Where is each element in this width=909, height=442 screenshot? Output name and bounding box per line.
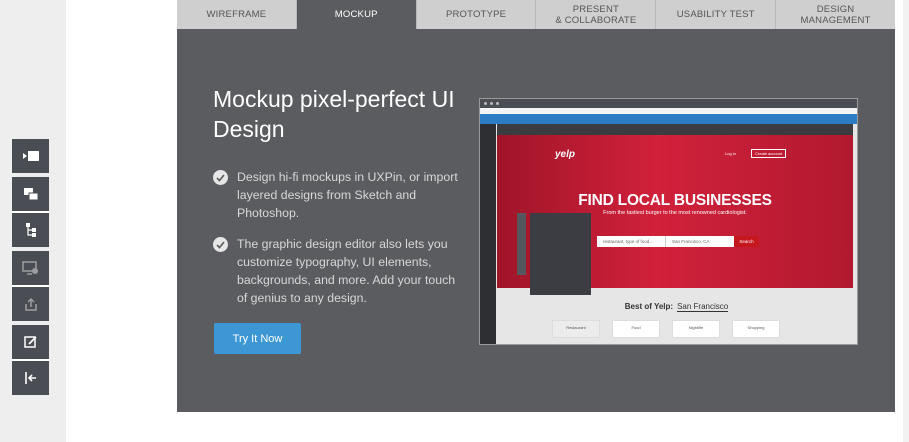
panel-headline: Mockup pixel-perfect UI Design xyxy=(213,86,455,142)
feature-text: The graphic design editor also lets you … xyxy=(237,237,456,305)
exit-button[interactable] xyxy=(12,361,49,395)
location-input: San Francisco, CA xyxy=(665,236,734,247)
hero-title: FIND LOCAL BUSINESSES xyxy=(578,192,772,209)
structure-button[interactable] xyxy=(12,213,49,247)
search-bar: restaurant, type of food... San Francisc… xyxy=(597,236,759,247)
login-link: Log in xyxy=(725,151,736,156)
category-card: Food xyxy=(612,320,660,338)
editor-toolbar-group-2 xyxy=(12,251,49,321)
feature-item: Design hi-fi mockups in UXPin, or import… xyxy=(213,168,463,222)
editor-sidebar xyxy=(480,124,496,344)
layers-icon xyxy=(23,188,38,201)
tab-usability-test[interactable]: USABILITY TEST xyxy=(656,0,777,29)
signup-button: Create account xyxy=(751,149,787,158)
editor-topbar xyxy=(480,114,857,124)
page-scroll-edge xyxy=(903,0,909,442)
tab-wireframe[interactable]: WIREFRAME xyxy=(177,0,297,29)
tab-present-collaborate[interactable]: PRESENT & COLLABORATE xyxy=(536,0,657,29)
category-card: Restaurant xyxy=(552,320,600,338)
editor-canvas: yelp Log in Create account FIND LOCAL BU… xyxy=(496,124,857,344)
browser-chrome xyxy=(480,99,857,108)
preview-icon xyxy=(22,261,38,275)
share-button[interactable] xyxy=(12,287,49,321)
edit-button[interactable] xyxy=(12,325,49,359)
mockup-panel: Mockup pixel-perfect UI Design Design hi… xyxy=(177,29,895,412)
site-nav xyxy=(497,124,853,135)
collapse-icon xyxy=(22,151,39,161)
mockup-screenshot: yelp Log in Create account FIND LOCAL BU… xyxy=(479,98,858,345)
share-icon xyxy=(24,297,37,311)
search-input: restaurant, type of food... xyxy=(597,236,665,247)
tree-icon xyxy=(25,223,36,237)
category-row: Restaurant Food Nightlife Shopping xyxy=(552,320,780,338)
edit-icon xyxy=(23,336,37,348)
collapse-toolbar-button[interactable] xyxy=(12,139,49,173)
check-icon xyxy=(213,170,228,185)
preview-button[interactable] xyxy=(12,251,49,285)
properties-popup xyxy=(530,213,591,295)
yelp-logo: yelp xyxy=(555,149,576,160)
mini-toolbar xyxy=(517,213,526,275)
product-tabs: WIREFRAME MOCKUP PROTOTYPE PRESENT & COL… xyxy=(177,0,895,29)
category-card: Shopping xyxy=(732,320,780,338)
layers-button[interactable] xyxy=(12,177,49,211)
exit-icon xyxy=(24,372,36,384)
search-button: Search xyxy=(734,236,759,247)
tab-design-management[interactable]: DESIGN MANAGEMENT xyxy=(776,0,895,29)
tab-mockup[interactable]: MOCKUP xyxy=(296,0,417,29)
editor-toolbar-group xyxy=(12,177,49,247)
tab-prototype[interactable]: PROTOTYPE xyxy=(416,0,537,29)
editor-toolbar-group-3 xyxy=(12,325,49,395)
editor-toolbar xyxy=(12,139,49,173)
try-it-now-button[interactable]: Try It Now xyxy=(214,323,301,354)
best-of-heading: Best of Yelp: San Francisco xyxy=(624,302,729,312)
feature-text: Design hi-fi mockups in UXPin, or import… xyxy=(237,170,458,220)
category-card: Nightlife xyxy=(672,320,720,338)
feature-item: The graphic design editor also lets you … xyxy=(213,235,463,307)
check-icon xyxy=(213,237,228,252)
